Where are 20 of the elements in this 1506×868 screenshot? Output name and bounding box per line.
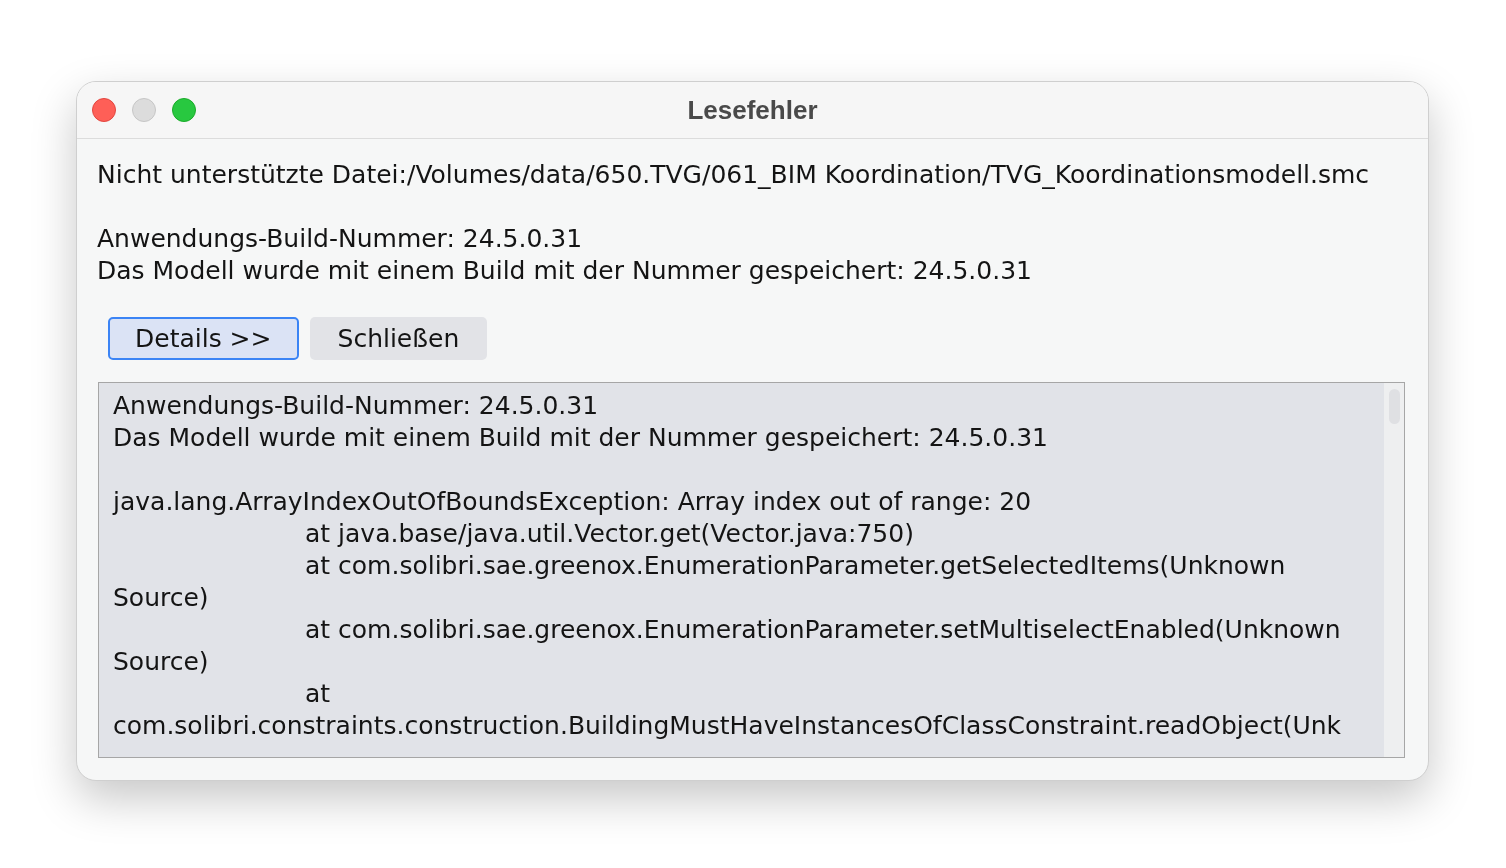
message-text: Anwendungs-Build-Nummer: 24.5.0.31 <box>97 223 583 255</box>
details-text-line: at java.base/java.util.Vector.get(Vector.java:750) <box>305 518 914 550</box>
dialog-button[interactable]: Schließen <box>309 317 488 360</box>
message-text: Nicht unterstützte Datei:/Volumes/data/650.TVG/061_BIM Koordination/TVG_Koordinationsmodell.smc <box>97 159 1370 191</box>
default-button[interactable]: Details >> <box>108 317 299 360</box>
details-text-line: Source) <box>113 582 209 614</box>
details-text-line: java.lang.ArrayIndexOutOfBoundsException: Array index out of range: 20 <box>113 486 1032 518</box>
details-text-line: at com.solibri.sae.greenox.EnumerationParameter.setMultiselectEnabled(Unknown <box>305 614 1341 646</box>
window-title: Lesefehler <box>687 94 818 126</box>
details-text-line: Source) <box>113 646 209 678</box>
scrollbar[interactable] <box>1384 383 1404 757</box>
details-text-area[interactable] <box>98 382 1405 758</box>
details-text-line: com.solibri.constraints.construction.BuildingMustHaveInstancesOfClassConstraint.readObject(Unk <box>113 710 1342 742</box>
details-text-line: Anwendungs-Build-Nummer: 24.5.0.31 <box>113 390 599 422</box>
details-text-line: at com.solibri.sae.greenox.EnumerationParameter.getSelectedItems(Unknown <box>305 550 1286 582</box>
details-text-line: at <box>305 678 331 710</box>
details-text-line: Das Modell wurde mit einem Build mit der Nummer gespeichert: 24.5.0.31 <box>113 422 1048 454</box>
message-text: Das Modell wurde mit einem Build mit der Nummer gespeichert: 24.5.0.31 <box>97 255 1032 287</box>
close-icon[interactable] <box>92 98 116 122</box>
maximize-icon[interactable] <box>172 98 196 122</box>
